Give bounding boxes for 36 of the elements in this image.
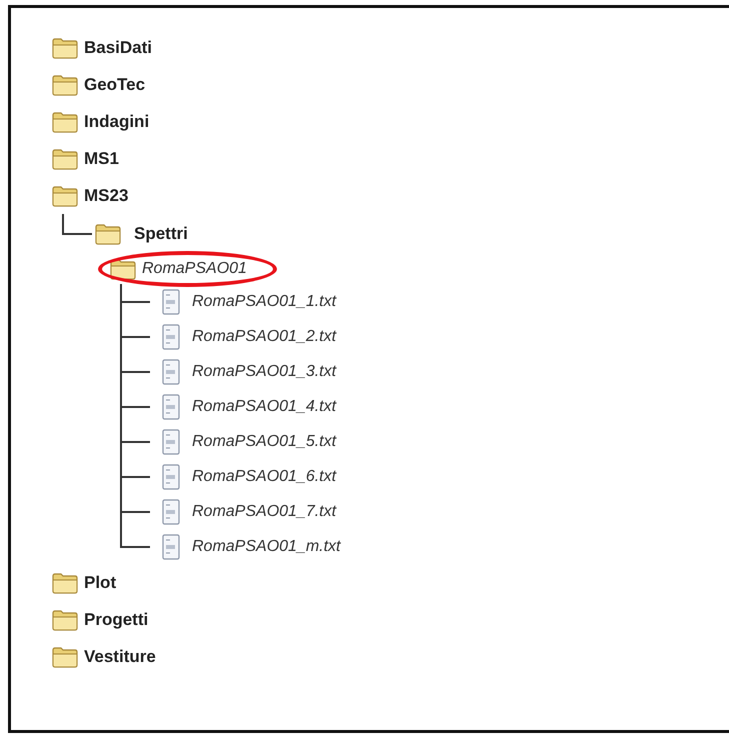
text-file-icon	[162, 324, 180, 350]
file-name[interactable]: RomaPSAO01_4.txt	[192, 394, 336, 418]
folder-name[interactable]: RomaPSAO01	[142, 257, 247, 281]
folder-name[interactable]: Spettri	[134, 221, 188, 247]
file-name[interactable]: RomaPSAO01_7.txt	[192, 500, 336, 524]
text-file-icon	[162, 394, 180, 420]
file-name[interactable]: RomaPSAO01_2.txt	[192, 324, 336, 348]
folder-icon	[52, 572, 78, 594]
folder-name[interactable]: Vestiture	[84, 644, 156, 670]
folder-icon	[95, 223, 121, 245]
folder-icon	[52, 148, 78, 170]
file-name[interactable]: RomaPSAO01_1.txt	[192, 290, 336, 314]
file-name[interactable]: RomaPSAO01_m.txt	[192, 534, 340, 558]
folder-icon	[52, 36, 78, 58]
file-name[interactable]: RomaPSAO01_3.txt	[192, 360, 336, 384]
text-file-icon	[162, 498, 180, 524]
folder-name[interactable]: MS23	[84, 182, 128, 208]
text-file-icon	[162, 288, 180, 314]
folder-icon	[52, 184, 78, 206]
folder-name[interactable]: Plot	[84, 570, 116, 596]
folder-name[interactable]: BasiDati	[84, 34, 152, 60]
folder-name[interactable]: MS1	[84, 146, 119, 172]
text-file-icon	[162, 534, 180, 560]
folder-name[interactable]: GeoTec	[84, 72, 146, 98]
folder-name[interactable]: Indagini	[84, 108, 150, 134]
text-file-icon	[162, 464, 180, 490]
folder-icon	[52, 646, 78, 668]
file-name[interactable]: RomaPSAO01_6.txt	[192, 464, 336, 488]
text-file-icon	[162, 428, 180, 454]
folder-icon	[52, 110, 78, 132]
folder-name[interactable]: Progetti	[84, 606, 148, 632]
file-name[interactable]: RomaPSAO01_5.txt	[192, 430, 336, 454]
folder-icon	[52, 608, 78, 630]
folder-icon	[110, 258, 136, 280]
folder-icon	[52, 74, 78, 96]
text-file-icon	[162, 358, 180, 384]
